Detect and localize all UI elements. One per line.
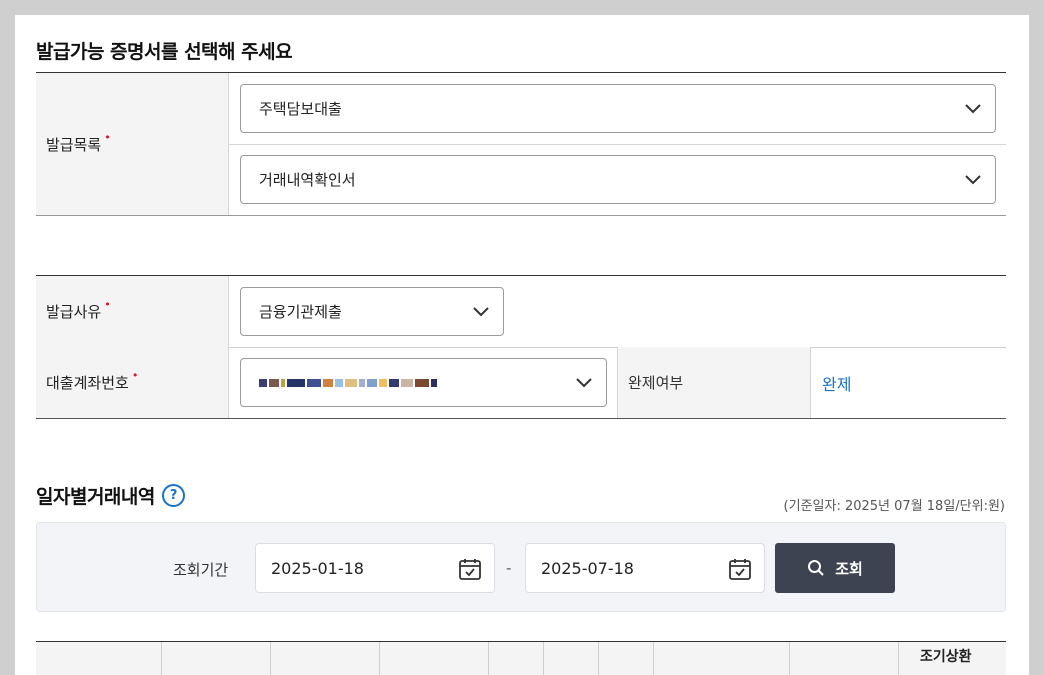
start-date-value: 2025-01-18 — [271, 558, 364, 578]
chevron-down-icon — [576, 377, 592, 387]
column-divider — [598, 642, 599, 675]
issue-reason-row: 발급사유 • 금융기관제출 — [36, 276, 1006, 348]
search-icon — [808, 560, 824, 576]
search-button-label: 조회 — [835, 559, 863, 578]
column-divider — [161, 642, 162, 675]
loan-account-label-cell: 대출계좌번호 • — [36, 347, 229, 418]
issue-list-label-cell: 발급목록 • — [36, 73, 229, 215]
loan-type-select[interactable]: 주택담보대출 — [240, 84, 996, 133]
end-date-input[interactable]: 2025-07-18 — [525, 543, 765, 593]
issue-list-table: 발급목록 • 주택담보대출 거래내역확인서 — [36, 72, 1006, 216]
issue-reason-value: 금융기관제출 — [259, 303, 342, 321]
paid-off-label: 완제여부 — [628, 374, 684, 392]
search-box: 조회기간 2025-01-18 - 2025-07-18 조회 — [36, 522, 1006, 612]
issue-list-row: 발급목록 • 주택담보대출 거래내역확인서 — [36, 73, 1006, 216]
paid-off-label-cell: 완제여부 — [617, 347, 811, 418]
certificate-value: 거래내역확인서 — [259, 171, 356, 189]
end-date-value: 2025-07-18 — [541, 558, 634, 578]
column-divider — [653, 642, 654, 675]
column-divider — [270, 642, 271, 675]
column-divider — [543, 642, 544, 675]
paid-off-value: 완제 — [822, 374, 852, 394]
column-divider — [898, 642, 899, 675]
chevron-down-icon — [965, 103, 981, 113]
basis-date-note: (기준일자: 2025년 07월 18일/단위:원) — [783, 499, 1005, 514]
chevron-down-icon — [965, 174, 981, 184]
history-table-header: 조기상환 — [36, 641, 1006, 675]
calendar-icon[interactable] — [728, 557, 752, 581]
date-separator: - — [506, 559, 512, 577]
loan-account-row: 대출계좌번호 • 완제여부 완제 — [36, 347, 1006, 419]
column-divider — [379, 642, 380, 675]
masked-account-number — [259, 376, 437, 390]
issue-list-label: 발급목록 — [46, 135, 102, 154]
required-mark: • — [104, 298, 111, 311]
loan-account-label: 대출계좌번호 — [46, 374, 129, 392]
page-title: 발급가능 증명서를 선택해 주세요 — [36, 41, 293, 63]
issue-reason-label-cell: 발급사유 • — [36, 276, 229, 347]
history-title-text: 일자별거래내역 — [36, 486, 155, 508]
certificate-panel: 발급가능 증명서를 선택해 주세요 발급목록 • 주택담보대출 거래내역확인서 … — [15, 15, 1029, 675]
reason-table: 발급사유 • 금융기관제출 대출계좌번호 • 완제여부 완제 — [36, 275, 1006, 419]
start-date-input[interactable]: 2025-01-18 — [255, 543, 495, 593]
help-icon[interactable]: ? — [161, 484, 185, 507]
column-divider — [789, 642, 790, 675]
divider — [229, 144, 1006, 145]
history-title: 일자별거래내역 ? — [36, 482, 185, 509]
issue-reason-label: 발급사유 — [46, 303, 102, 321]
required-mark: • — [131, 369, 139, 382]
required-mark: • — [104, 130, 111, 144]
calendar-icon[interactable] — [458, 557, 482, 581]
period-label: 조회기간 — [173, 561, 229, 579]
search-button[interactable]: 조회 — [775, 543, 895, 593]
early-repayment-header: 조기상환 — [920, 649, 972, 665]
chevron-down-icon — [473, 306, 489, 316]
column-divider — [488, 642, 489, 675]
loan-type-value: 주택담보대출 — [259, 100, 342, 118]
certificate-select[interactable]: 거래내역확인서 — [240, 155, 996, 204]
issue-reason-select[interactable]: 금융기관제출 — [240, 287, 504, 336]
loan-account-select[interactable] — [240, 358, 607, 407]
